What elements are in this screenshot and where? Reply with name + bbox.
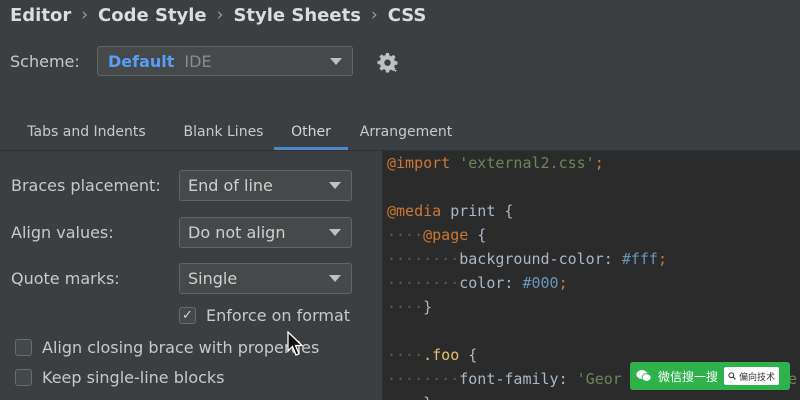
chevron-down-icon (329, 228, 341, 236)
breadcrumb: Editor › Code Style › Style Sheets › CSS (10, 3, 426, 27)
quote-marks-row: Quote marks: Single (11, 262, 352, 294)
quote-marks-value: Single (188, 268, 238, 288)
wechat-watermark: 微信搜一搜 偏向技术 (630, 362, 790, 390)
code-line: ····@page { (387, 226, 487, 244)
align-closing-brace-checkbox[interactable] (15, 339, 32, 356)
tab-bar: Tabs and Indents Blank Lines Other Arran… (0, 118, 464, 150)
search-icon (728, 372, 736, 380)
watermark-search-text: 偏向技术 (739, 372, 776, 383)
settings-pane: Braces placement: End of line Align valu… (0, 151, 382, 400)
align-closing-brace-label[interactable]: Align closing brace with properties (42, 338, 319, 357)
braces-placement-dropdown[interactable]: End of line (179, 169, 352, 201)
scheme-row: Scheme: Default IDE (10, 45, 353, 77)
braces-placement-row: Braces placement: End of line (11, 169, 352, 201)
align-values-value: Do not align (188, 222, 286, 242)
tab-other[interactable]: Other (274, 118, 348, 150)
tab-arrangement[interactable]: Arrangement (348, 118, 464, 148)
align-values-row: Align values: Do not align (11, 216, 352, 248)
code-line: @import 'external2.css'; (387, 154, 604, 172)
braces-placement-label: Braces placement: (11, 175, 161, 195)
scheme-name: Default (108, 51, 175, 71)
code-line: @media print { (387, 202, 514, 220)
code-line: ········font-family: 'Geor (387, 370, 622, 388)
quote-marks-dropdown[interactable]: Single (179, 262, 352, 294)
breadcrumb-item-editor[interactable]: Editor (10, 5, 71, 26)
keep-single-line-blocks-checkbox[interactable] (15, 369, 32, 386)
align-values-label: Align values: (11, 222, 114, 242)
keep-single-line-blocks-label[interactable]: Keep single-line blocks (42, 368, 225, 387)
code-line: ········color: #000; (387, 274, 568, 292)
braces-placement-value: End of line (188, 175, 273, 195)
code-line: ········background-color: #fff; (387, 250, 667, 268)
breadcrumb-item-css: CSS (387, 4, 427, 26)
breadcrumb-chevron-icon: › (370, 5, 378, 25)
scheme-dropdown[interactable]: Default IDE (97, 46, 353, 76)
breadcrumb-item-code-style[interactable]: Code Style (98, 5, 207, 26)
align-closing-brace-row: Align closing brace with properties (15, 338, 319, 357)
enforce-on-format-checkbox[interactable]: ✓ (179, 307, 196, 324)
watermark-text: 微信搜一搜 (658, 369, 719, 384)
tab-tabs-and-indents[interactable]: Tabs and Indents (0, 118, 173, 148)
scheme-kind: IDE (184, 51, 212, 71)
tab-blank-lines[interactable]: Blank Lines (173, 118, 274, 148)
code-line: ····.foo { (387, 346, 478, 364)
chevron-down-icon (329, 181, 341, 189)
chevron-down-icon (329, 274, 341, 282)
enforce-on-format-label[interactable]: Enforce on format (206, 306, 350, 325)
quote-marks-label: Quote marks: (11, 268, 120, 288)
breadcrumb-chevron-icon: › (216, 5, 224, 25)
mouse-pointer-icon (287, 331, 304, 356)
gear-icon[interactable] (376, 51, 400, 75)
keep-single-line-blocks-row: Keep single-line blocks (15, 368, 225, 387)
watermark-search: 偏向技术 (724, 367, 780, 385)
chevron-down-icon (330, 58, 342, 65)
code-line: ····} (387, 298, 433, 316)
align-values-dropdown[interactable]: Do not align (179, 216, 352, 248)
breadcrumb-chevron-icon: › (81, 5, 89, 25)
enforce-on-format-row: ✓ Enforce on format (179, 306, 350, 325)
code-line: ····} (387, 391, 432, 400)
wechat-icon (636, 370, 652, 382)
scheme-label: Scheme: (10, 51, 80, 71)
breadcrumb-item-style-sheets[interactable]: Style Sheets (233, 5, 360, 26)
